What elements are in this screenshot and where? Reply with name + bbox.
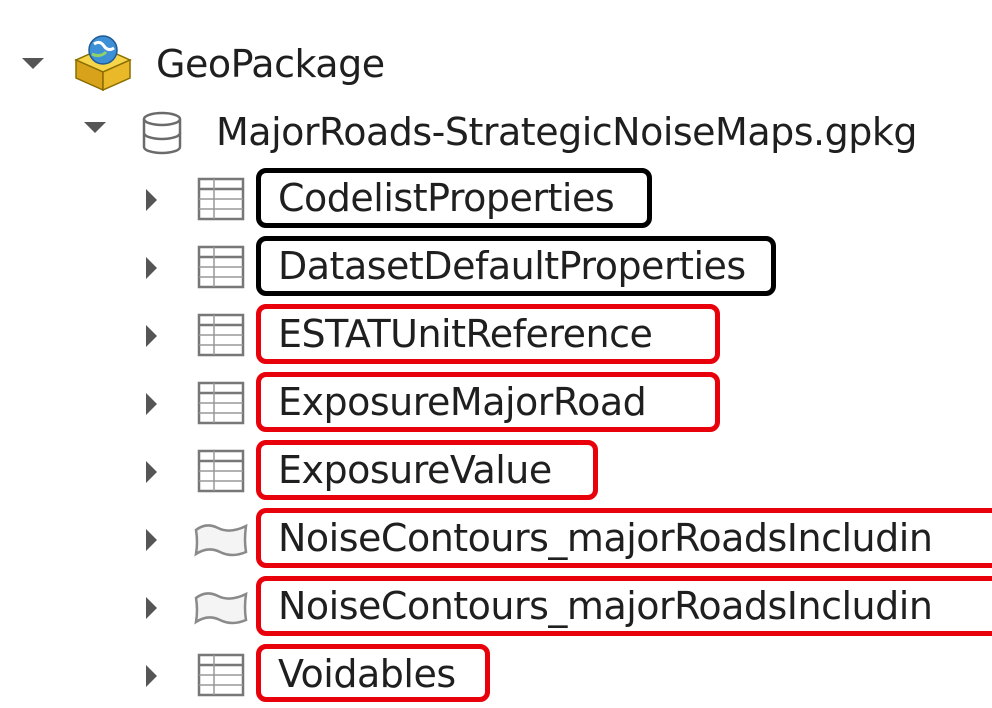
database-icon bbox=[140, 110, 184, 160]
table-icon bbox=[196, 176, 246, 226]
tree-item-noisecontours-2[interactable]: NoiseContours_majorRoadsIncludin bbox=[0, 572, 992, 640]
table-icon bbox=[196, 652, 246, 702]
table-icon bbox=[196, 312, 246, 362]
catalog-tree: GeoPackage MajorRoads-StrategicNoiseMaps… bbox=[0, 0, 992, 702]
tree-item-label: CodelistProperties bbox=[278, 176, 615, 220]
expand-arrow-icon[interactable] bbox=[22, 58, 44, 69]
tree-node-label: MajorRoads-StrategicNoiseMaps.gpkg bbox=[216, 110, 918, 154]
collapse-arrow-icon[interactable] bbox=[146, 325, 157, 347]
tree-item-voidables[interactable]: Voidables bbox=[0, 640, 992, 708]
tree-node-geopackage[interactable]: GeoPackage bbox=[0, 30, 992, 98]
collapse-arrow-icon[interactable] bbox=[146, 461, 157, 483]
collapse-arrow-icon[interactable] bbox=[146, 393, 157, 415]
polygon-icon bbox=[192, 520, 250, 564]
tree-item-exposuremajorroad[interactable]: ExposureMajorRoad bbox=[0, 368, 992, 436]
tree-item-datasetdefaultproperties[interactable]: DatasetDefaultProperties bbox=[0, 232, 992, 300]
collapse-arrow-icon[interactable] bbox=[146, 189, 157, 211]
tree-item-label: NoiseContours_majorRoadsIncludin bbox=[278, 516, 933, 560]
tree-item-estatunitreference[interactable]: ESTATUnitReference bbox=[0, 300, 992, 368]
collapse-arrow-icon[interactable] bbox=[146, 665, 157, 687]
tree-item-label: DatasetDefaultProperties bbox=[278, 244, 746, 288]
tree-item-codelistproperties[interactable]: CodelistProperties bbox=[0, 164, 992, 232]
tree-item-label: Voidables bbox=[278, 652, 456, 696]
collapse-arrow-icon[interactable] bbox=[146, 529, 157, 551]
table-icon bbox=[196, 448, 246, 498]
tree-item-label: ExposureMajorRoad bbox=[278, 380, 647, 424]
tree-item-exposurevalue[interactable]: ExposureValue bbox=[0, 436, 992, 504]
tree-node-gpkg-file[interactable]: MajorRoads-StrategicNoiseMaps.gpkg bbox=[0, 98, 992, 166]
table-icon bbox=[196, 380, 246, 430]
collapse-arrow-icon[interactable] bbox=[146, 257, 157, 279]
tree-item-noisecontours-1[interactable]: NoiseContours_majorRoadsIncludin bbox=[0, 504, 992, 572]
geopackage-icon bbox=[72, 34, 134, 96]
collapse-arrow-icon[interactable] bbox=[146, 597, 157, 619]
tree-item-label: NoiseContours_majorRoadsIncludin bbox=[278, 584, 933, 628]
polygon-icon bbox=[192, 588, 250, 632]
tree-item-label: ESTATUnitReference bbox=[278, 312, 653, 356]
tree-node-label: GeoPackage bbox=[156, 42, 385, 86]
tree-item-label: ExposureValue bbox=[278, 448, 552, 492]
table-icon bbox=[196, 244, 246, 294]
expand-arrow-icon[interactable] bbox=[84, 122, 106, 133]
